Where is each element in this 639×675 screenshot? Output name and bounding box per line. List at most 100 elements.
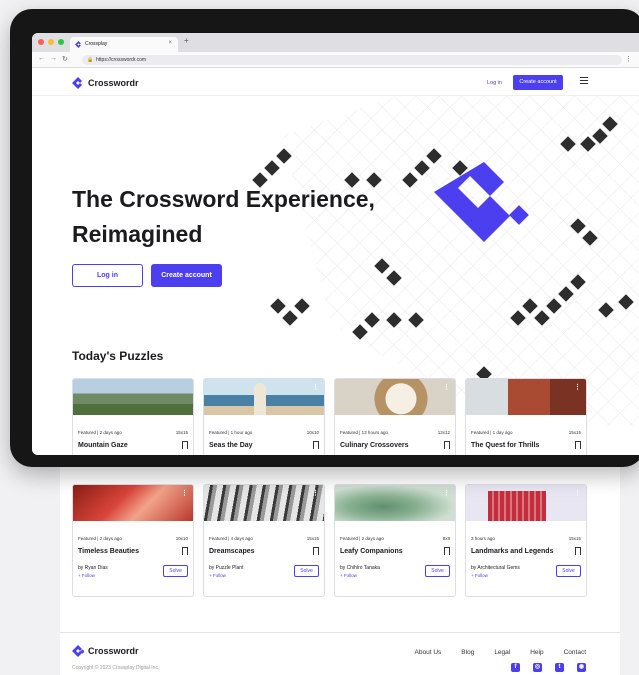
footer-logo[interactable]: Crosswordr [72,645,139,657]
card-size: 8x8 [442,536,450,541]
card-title[interactable]: Landmarks and Legends [471,548,553,555]
puzzle-card[interactable]: ⋮ Featured | 4 days ago 15x15 Dreamscape… [203,484,325,597]
bookmark-icon[interactable] [575,441,581,451]
puzzle-card[interactable]: ⋮ 3 hours ago 15x15 Landmarks and Legend… [465,484,587,597]
footer-link-blog[interactable]: Blog [461,649,474,656]
bookmark-icon[interactable] [444,441,450,451]
bookmark-icon[interactable] [182,441,188,451]
card-image: ⋮ [335,485,455,521]
card-size: 10x10 [306,430,319,435]
puzzle-card[interactable]: ⋮ Featured | 1 day ago 15x15 The Quest f… [465,378,587,455]
more-icon[interactable]: ⋮ [574,489,581,497]
stage: ⋮ Featured | 2 days ago 10x10 Timeless B… [0,0,639,675]
bookmark-icon[interactable] [444,547,450,557]
card-meta: Featured | 13 hours ago [340,430,388,435]
facebook-icon[interactable]: f [511,663,520,672]
card-image [73,379,193,415]
back-icon[interactable]: ← [38,55,45,62]
bookmark-icon[interactable] [182,547,188,557]
puzzle-card[interactable]: ⋮ Featured | 1 hour ago 10x10 Seas the D… [203,378,325,455]
card-size: 15x15 [568,430,581,435]
footer-link-about[interactable]: About Us [415,649,442,656]
follow-link[interactable]: + Follow [78,573,95,578]
hero-create-account-button[interactable]: Create account [151,264,222,287]
more-icon[interactable]: ⋮ [443,383,450,391]
person-shape [254,383,266,415]
header-login-link[interactable]: Log in [487,80,502,86]
footer-links: About Us Blog Legal Help Contact [415,649,586,656]
discord-icon[interactable]: ◉ [577,663,586,672]
lock-icon: 🔒 [87,57,94,63]
tab-bar: Crossplay × + [32,33,639,52]
more-icon[interactable]: ⋮ [574,383,581,391]
more-icon[interactable]: ⋮ [443,489,450,497]
minimize-window-icon[interactable] [48,39,54,45]
solve-button[interactable]: Solve [556,565,581,577]
card-title[interactable]: Leafy Companions [340,548,403,555]
card-image: ⋮ [204,379,324,415]
hero-heading-line1: The Crossword Experience, [72,186,375,212]
puzzle-card[interactable]: ⋮ Featured | 13 hours ago 12x12 Culinary… [334,378,456,455]
footer-brand: Crosswordr [88,646,139,656]
card-author[interactable]: by Architectural Gems [471,565,520,571]
card-size: 12x12 [437,430,450,435]
more-icon[interactable]: ⋮ [181,489,188,497]
site-header: Crosswordr Log in Create account [32,68,639,96]
new-tab-icon[interactable]: + [184,36,189,45]
close-tab-icon[interactable]: × [168,40,172,46]
solve-button[interactable]: Solve [163,565,188,577]
close-window-icon[interactable] [38,39,44,45]
follow-link[interactable]: + Follow [209,573,226,578]
card-image: ⋮ [335,379,455,415]
twitter-icon[interactable]: t [555,663,564,672]
url-text: https://crosswordr.com [96,57,147,63]
address-bar[interactable]: 🔒 https://crosswordr.com [82,55,622,65]
hero-login-button[interactable]: Log in [72,264,143,287]
card-title[interactable]: The Quest for Thrills [471,442,539,449]
card-title[interactable]: Culinary Crossovers [340,442,408,449]
card-title[interactable]: Timeless Beauties [78,548,139,555]
favicon-icon [75,41,81,48]
forward-icon[interactable]: → [50,55,57,62]
card-title[interactable]: Mountain Gaze [78,442,128,449]
bookmark-icon[interactable] [313,441,319,451]
hero-section: The Crossword Experience, Reimagined Log… [32,96,639,455]
card-title[interactable]: Seas the Day [209,442,253,449]
footer-link-contact[interactable]: Contact [564,649,586,656]
card-image: ⋮ [73,485,193,521]
bookmark-icon[interactable] [575,547,581,557]
card-image: ⋮ [466,485,586,521]
puzzle-card[interactable]: Featured | 2 days ago 15x15 Mountain Gaz… [72,378,194,455]
card-author[interactable]: by Puzzle Plant [209,565,243,571]
bookmark-icon[interactable] [313,547,319,557]
reload-icon[interactable]: ↻ [62,55,68,63]
card-meta: Featured | 2 days ago [78,536,122,541]
puzzle-card[interactable]: ⋮ Featured | 2 days ago 8x8 Leafy Compan… [334,484,456,597]
crossword-tile [294,298,310,314]
more-icon[interactable]: ⋮ [312,383,319,391]
instagram-icon[interactable]: ◎ [533,663,542,672]
more-icon[interactable]: ⋮ [312,489,319,497]
browser-tab[interactable]: Crossplay × [70,37,178,52]
browser-chrome: Crossplay × + ← → ↻ 🔒 https://crosswordr… [32,33,639,68]
solve-button[interactable]: Solve [425,565,450,577]
browser-menu-icon[interactable]: ⋮ [625,55,632,63]
footer: Crosswordr Copyright © 2023 Crossplay Di… [60,632,620,675]
maximize-window-icon[interactable] [58,39,64,45]
card-meta: Featured | 4 days ago [209,536,253,541]
footer-link-help[interactable]: Help [530,649,543,656]
address-row: ← → ↻ 🔒 https://crosswordr.com ⋮ [32,52,639,68]
puzzle-card[interactable]: ⋮ Featured | 2 days ago 10x10 Timeless B… [72,484,194,597]
card-author[interactable]: by Ryan Dias [78,565,108,571]
solve-button[interactable]: Solve [294,565,319,577]
tablet-frame: Crossplay × + ← → ↻ 🔒 https://crosswordr… [10,9,639,467]
hamburger-menu-icon[interactable] [580,77,588,86]
footer-link-legal[interactable]: Legal [494,649,510,656]
card-title[interactable]: Dreamscapes [209,548,255,555]
site-logo[interactable]: Crosswordr [72,77,139,89]
card-author[interactable]: by Chihiro Tanaka [340,565,380,571]
header-create-account-button[interactable]: Create account [513,75,563,90]
follow-link[interactable]: + Follow [340,573,357,578]
card-size: 10x10 [175,536,188,541]
follow-link[interactable]: + Follow [471,573,488,578]
